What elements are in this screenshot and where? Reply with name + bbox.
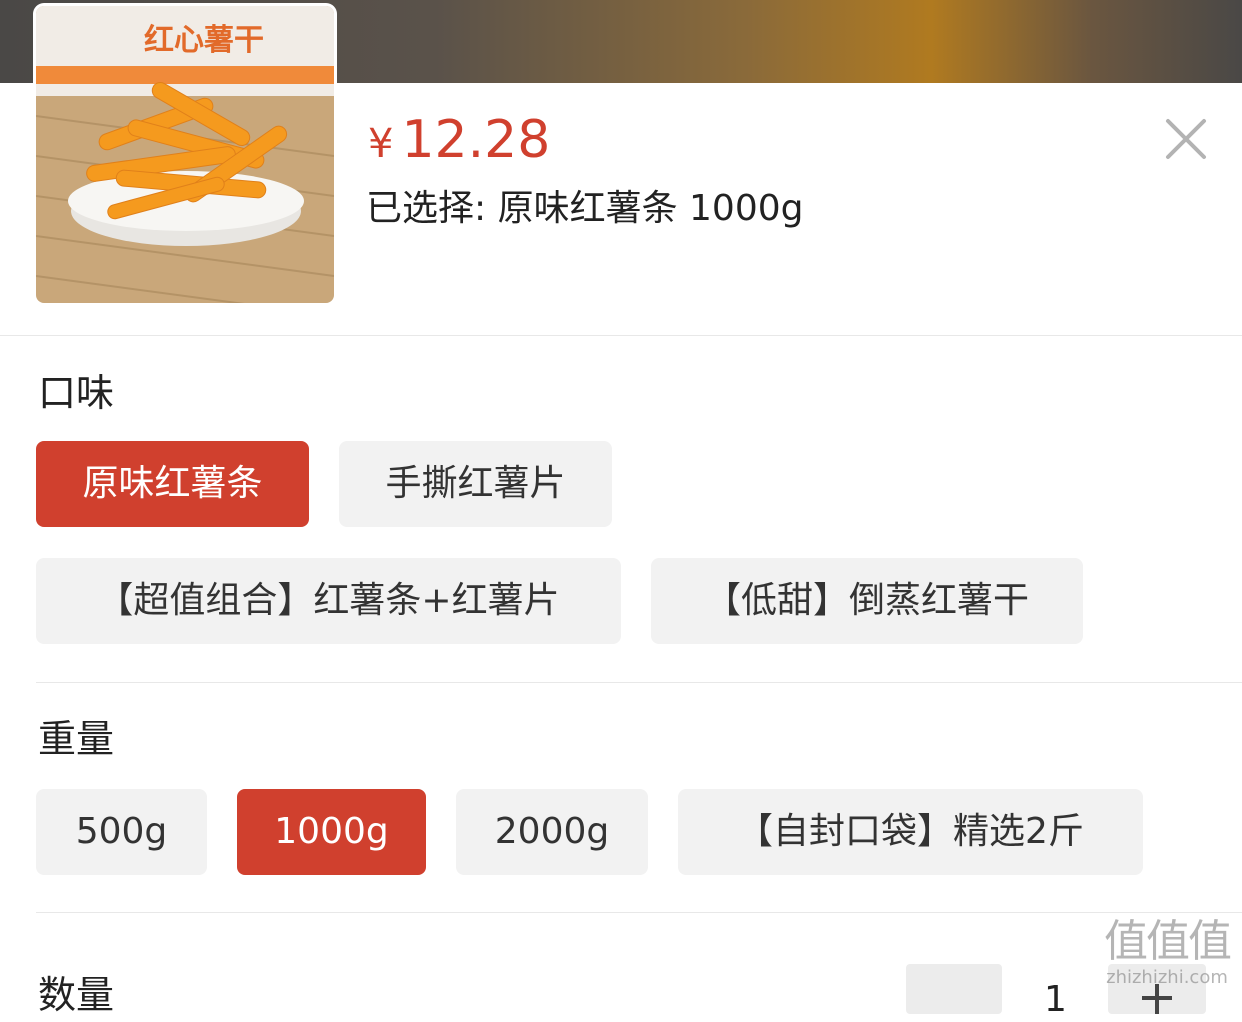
plus-icon <box>1142 984 1172 1014</box>
flavor-option-2[interactable]: 手撕红薯片 <box>339 441 612 527</box>
flavor-option-3[interactable]: 【超值组合】红薯条+红薯片 <box>36 558 621 644</box>
flavor-title: 口味 <box>38 371 115 415</box>
weight-option-resealable-bag[interactable]: 【自封口袋】精选2斤 <box>678 789 1143 875</box>
quantity-title: 数量 <box>38 973 115 1017</box>
flavor-option-1[interactable]: 原味红薯条 <box>36 441 309 527</box>
price-value: 12.28 <box>401 110 551 170</box>
weight-option-500g[interactable]: 500g <box>36 789 207 875</box>
product-thumbnail: 红心薯干 <box>36 6 334 303</box>
weight-option-1000g[interactable]: 1000g <box>237 789 426 875</box>
price: ¥12.28 <box>368 108 550 176</box>
section-divider <box>36 682 1242 683</box>
header-divider <box>0 335 1242 336</box>
currency-symbol: ¥ <box>368 121 394 167</box>
weight-option-2000g[interactable]: 2000g <box>456 789 648 875</box>
weight-title: 重量 <box>38 717 115 761</box>
flavor-option-4[interactable]: 【低甜】倒蒸红薯干 <box>651 558 1083 644</box>
quantity-increase-button[interactable] <box>1108 964 1206 1014</box>
selected-summary: 已选择: 原味红薯条 1000g <box>366 188 804 229</box>
svg-text:红心薯干: 红心薯干 <box>144 23 264 58</box>
quantity-decrease-button[interactable] <box>906 964 1002 1014</box>
quantity-value[interactable]: 1 <box>1044 978 1067 1022</box>
close-icon[interactable] <box>1164 117 1208 161</box>
section-divider-2 <box>36 912 1242 913</box>
